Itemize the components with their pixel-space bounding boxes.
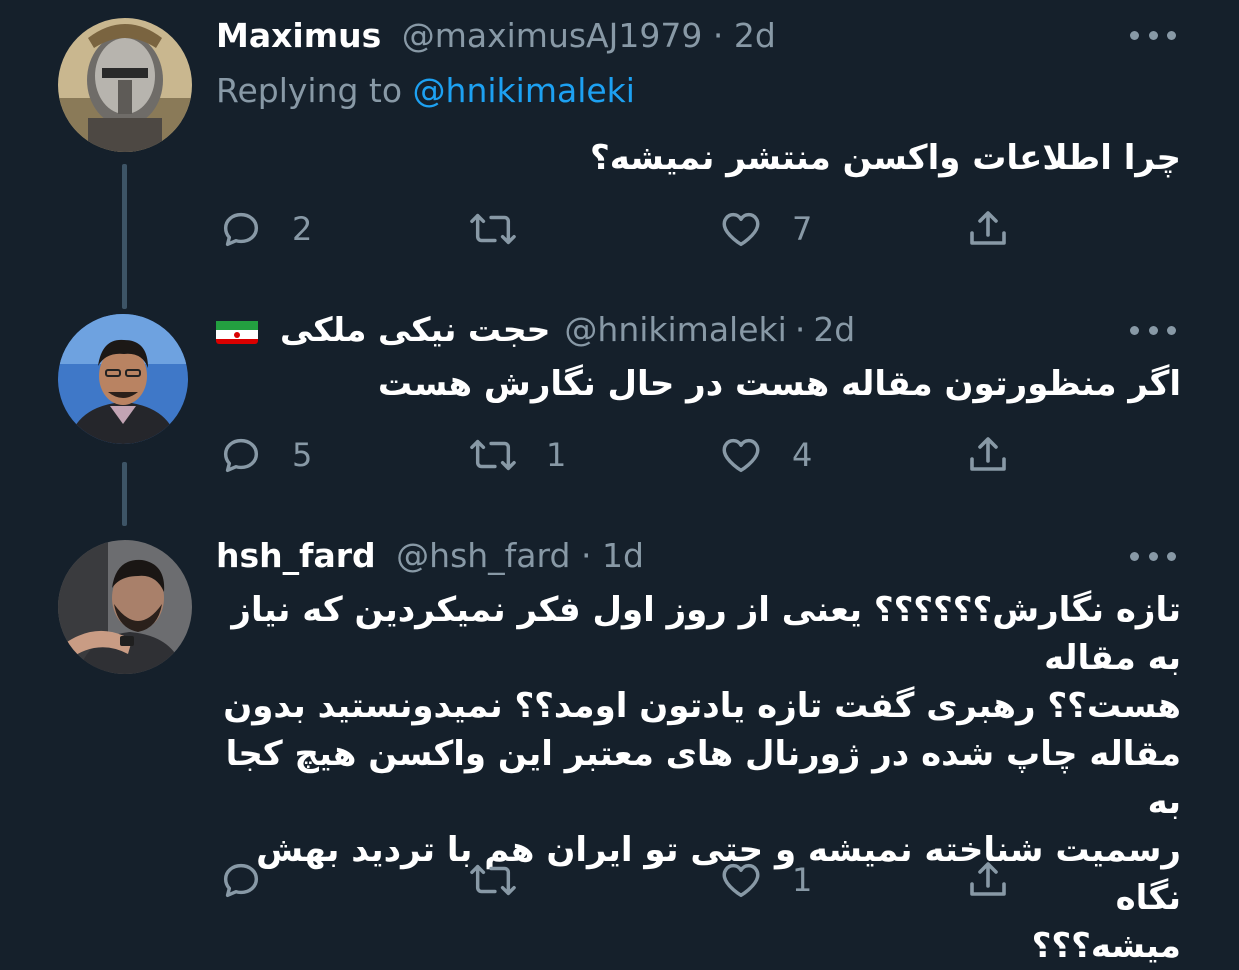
reply-mention-link[interactable]: @hnikimaleki bbox=[413, 71, 635, 110]
like-button[interactable]: 7 bbox=[718, 204, 812, 254]
reply-icon bbox=[218, 206, 264, 252]
more-options-icon[interactable] bbox=[1130, 549, 1176, 563]
tweet-text: اگر منظورتون مقاله هست در حال نگارش هست bbox=[377, 364, 1181, 404]
reply-button[interactable]: 2 bbox=[218, 204, 312, 254]
share-icon bbox=[964, 205, 1012, 253]
avatar[interactable] bbox=[58, 540, 192, 674]
tweet-text-line: هست؟؟ رهبری گفت تازه یادتون اومد؟؟ نمیدو… bbox=[223, 686, 1181, 726]
share-button[interactable] bbox=[964, 430, 1012, 480]
reply-count: 2 bbox=[292, 210, 313, 248]
timestamp[interactable]: 1d bbox=[602, 536, 644, 575]
iran-flag-icon bbox=[216, 316, 258, 344]
tweet-text-line: تازه نگارش؟؟؟؟؟؟ یعنی از روز اول فکر نمی… bbox=[231, 590, 1181, 678]
user-handle[interactable]: @hsh_fard bbox=[396, 536, 570, 575]
display-name[interactable]: hsh_fard bbox=[216, 536, 376, 575]
reply-button[interactable] bbox=[218, 855, 292, 905]
display-name[interactable]: حجت نیکی ملکی bbox=[280, 308, 550, 352]
reply-count: 5 bbox=[292, 436, 313, 474]
tweet-header: hsh_fard @hsh_fard · 1d bbox=[216, 534, 1179, 578]
retweet-button[interactable]: 1 bbox=[468, 430, 566, 480]
separator: · bbox=[794, 310, 806, 349]
tweet-header: Maximus @maximusAJ1979 · 2d bbox=[216, 14, 1179, 58]
share-button[interactable] bbox=[964, 855, 1012, 905]
retweet-icon bbox=[468, 432, 518, 478]
like-count: 7 bbox=[792, 210, 813, 248]
thread-line-top bbox=[122, 293, 127, 309]
reply-button[interactable]: 5 bbox=[218, 430, 312, 480]
tweet-header: حجت نیکی ملکی @hnikimaleki · 2d bbox=[216, 308, 855, 352]
tweet-text: چرا اطلاعات واکسن منتشر نمیشه؟ bbox=[590, 138, 1181, 178]
user-handle[interactable]: @maximusAJ1979 bbox=[402, 16, 703, 55]
reply-icon bbox=[218, 432, 264, 478]
replying-prefix: Replying to bbox=[216, 71, 403, 110]
user-handle[interactable]: @hnikimaleki bbox=[564, 308, 786, 352]
share-icon bbox=[964, 856, 1012, 904]
tweet-text: تازه نگارش؟؟؟؟؟؟ یعنی از روز اول فکر نمی… bbox=[216, 586, 1181, 970]
retweet-icon bbox=[468, 857, 518, 903]
like-count: 4 bbox=[792, 436, 813, 474]
display-name[interactable]: Maximus bbox=[216, 16, 381, 55]
separator: · bbox=[712, 16, 724, 55]
tweet-text-line: مقاله چاپ شده در ژورنال های معتبر این وا… bbox=[225, 734, 1181, 822]
tweet-actions: 2 7 bbox=[0, 204, 1239, 254]
retweet-icon bbox=[468, 206, 518, 252]
avatar[interactable] bbox=[58, 314, 188, 444]
retweet-count: 1 bbox=[546, 436, 567, 474]
more-options-icon[interactable] bbox=[1130, 323, 1176, 337]
separator: · bbox=[580, 536, 592, 575]
reply-icon bbox=[218, 857, 264, 903]
like-count: 1 bbox=[792, 861, 813, 899]
avatar[interactable] bbox=[58, 18, 192, 152]
tweet-actions: 1 bbox=[0, 855, 1239, 905]
like-icon bbox=[718, 857, 764, 903]
share-button[interactable] bbox=[964, 204, 1012, 254]
timestamp[interactable]: 2d bbox=[734, 16, 776, 55]
replying-to: Replying to @hnikimaleki bbox=[216, 69, 635, 113]
retweet-button[interactable] bbox=[468, 855, 546, 905]
timestamp[interactable]: 2d bbox=[813, 308, 855, 352]
like-button[interactable]: 4 bbox=[718, 430, 812, 480]
tweet-text-line: میشه؟؟؟ bbox=[1031, 926, 1181, 966]
like-icon bbox=[718, 432, 764, 478]
more-options-icon[interactable] bbox=[1130, 28, 1176, 42]
retweet-button[interactable] bbox=[468, 204, 546, 254]
like-icon bbox=[718, 206, 764, 252]
like-button[interactable]: 1 bbox=[718, 855, 812, 905]
tweet-actions: 5 1 4 bbox=[0, 430, 1239, 480]
share-icon bbox=[964, 431, 1012, 479]
